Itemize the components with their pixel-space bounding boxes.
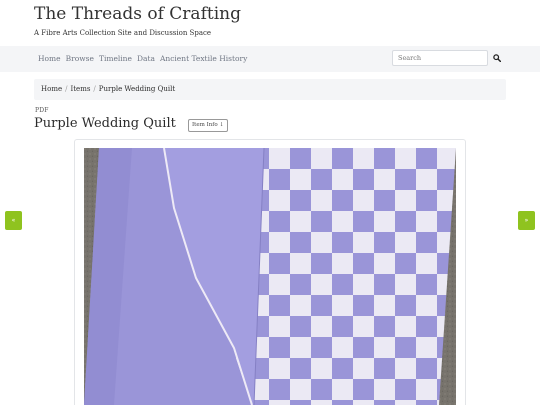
breadcrumb: Home / Items / Purple Wedding Quilt xyxy=(34,79,506,100)
search-icon xyxy=(493,54,501,62)
breadcrumb-current: Purple Wedding Quilt xyxy=(98,85,176,93)
breadcrumb-separator: / xyxy=(65,85,68,93)
breadcrumb-separator: / xyxy=(93,85,96,93)
nav-item-ancient-textile-history[interactable]: Ancient Textile History xyxy=(160,54,247,63)
search-button[interactable] xyxy=(489,50,505,66)
next-item-button[interactable]: » xyxy=(518,211,535,230)
nav-item-timeline[interactable]: Timeline xyxy=(99,54,132,63)
breadcrumb-items[interactable]: Items xyxy=(70,85,90,93)
site-header: The Threads of Crafting A Fibre Arts Col… xyxy=(0,0,540,46)
breadcrumb-home[interactable]: Home xyxy=(41,85,62,93)
item-format-label: PDF xyxy=(35,107,49,114)
nav-item-data[interactable]: Data xyxy=(137,54,155,63)
site-title[interactable]: The Threads of Crafting xyxy=(34,4,241,24)
search-input[interactable] xyxy=(392,50,488,66)
nav-item-browse[interactable]: Browse xyxy=(66,54,94,63)
item-info-button[interactable]: Item Info ↓ xyxy=(188,119,228,132)
nav-item-home[interactable]: Home xyxy=(38,54,61,63)
previous-item-button[interactable]: « xyxy=(5,211,22,230)
chevron-right-icon: » xyxy=(524,217,529,224)
page-title: Purple Wedding Quilt xyxy=(34,116,176,131)
site-tagline: A Fibre Arts Collection Site and Discuss… xyxy=(34,29,212,37)
quilt-photo[interactable] xyxy=(84,148,456,405)
nav-menu: Home Browse Timeline Data Ancient Textil… xyxy=(38,54,247,63)
chevron-left-icon: « xyxy=(11,217,16,224)
